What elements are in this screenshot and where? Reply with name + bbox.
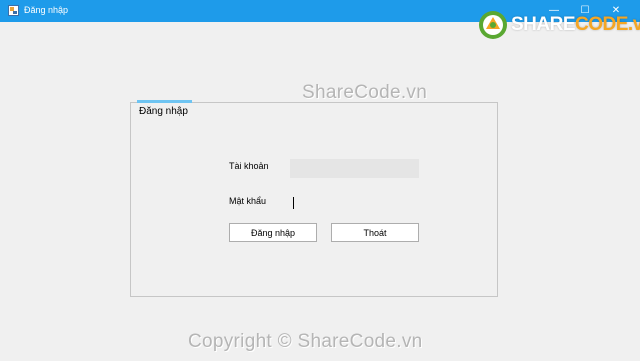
logo-mark-icon — [479, 11, 507, 39]
watermark-copyright: Copyright © ShareCode.vn — [188, 331, 423, 352]
sharecode-logo: SHARECODE.vn — [478, 10, 640, 40]
tab-login[interactable]: Đăng nhập — [137, 100, 192, 121]
account-label: Tài khoản — [229, 161, 269, 171]
window-title: Đăng nhập — [24, 5, 69, 15]
tab-login-label: Đăng nhập — [139, 106, 188, 117]
account-input[interactable] — [290, 159, 419, 178]
logo-text-code: CODE.vn — [575, 14, 640, 35]
text-caret — [293, 197, 294, 209]
logo-text-share: SHARE — [511, 14, 576, 35]
watermark-center: ShareCode.vn — [302, 82, 428, 103]
password-label: Mật khẩu — [229, 196, 267, 206]
password-input[interactable] — [290, 194, 419, 213]
logo-text: SHARECODE.vn — [511, 14, 640, 36]
login-button[interactable]: Đăng nhập — [229, 223, 317, 242]
app-icon — [8, 5, 19, 16]
exit-button[interactable]: Thoát — [331, 223, 419, 242]
